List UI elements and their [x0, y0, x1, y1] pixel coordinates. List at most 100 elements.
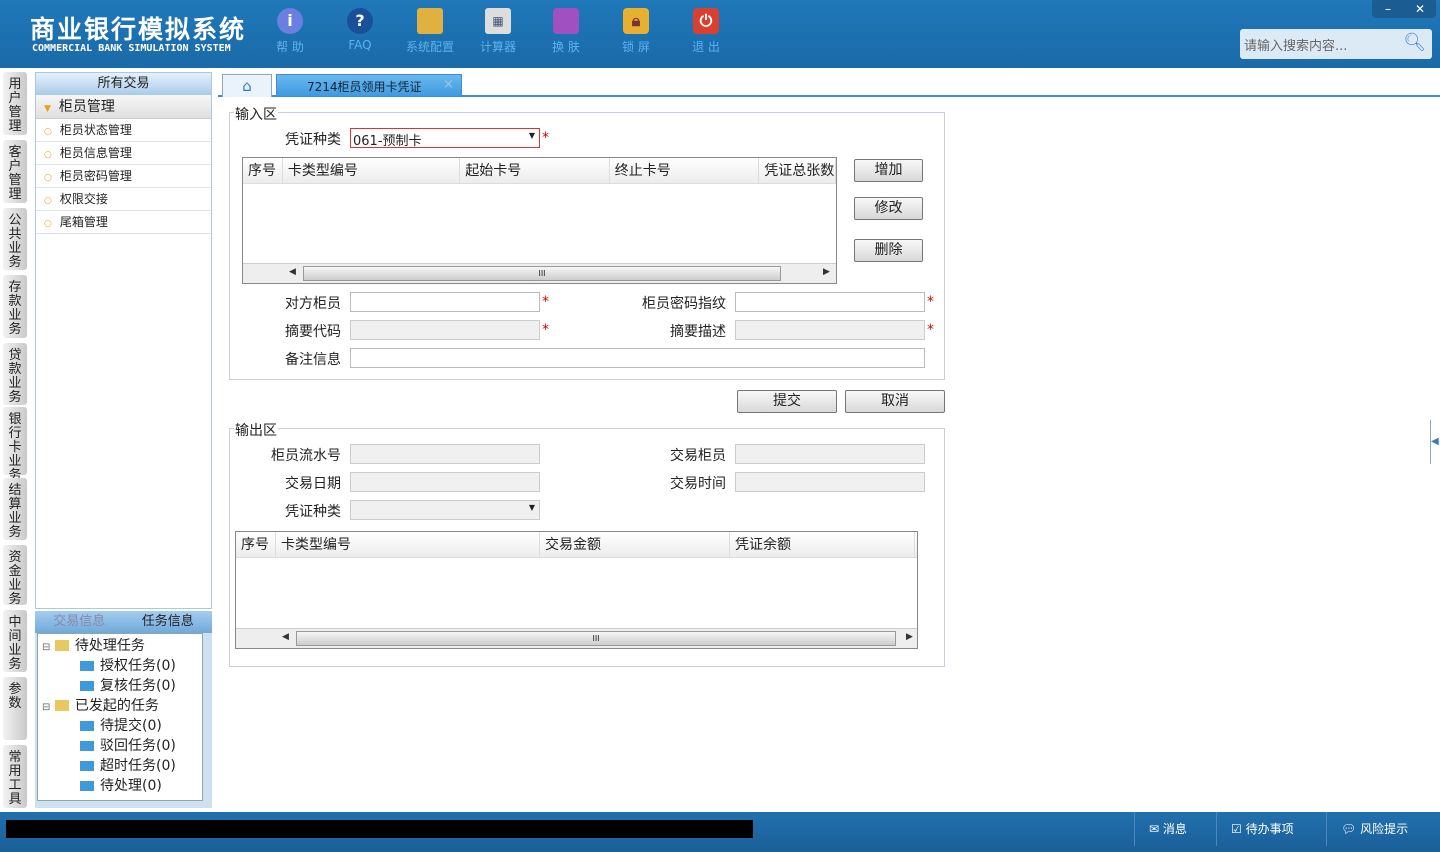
vtab-5[interactable]: 银行卡业务: [3, 407, 27, 483]
menu-item[interactable]: ○ 柜员密码管理: [36, 165, 211, 188]
summary-desc-input[interactable]: [735, 320, 925, 340]
column-header[interactable]: 卡类型编号: [283, 158, 461, 183]
close-button[interactable]: ✕: [1404, 0, 1436, 18]
faq-button[interactable]: ? FAQ: [330, 8, 390, 52]
calculator-button[interactable]: ▦ 计算器: [468, 8, 528, 55]
tab-home[interactable]: ⌂: [222, 74, 272, 97]
folder-icon: [80, 761, 94, 771]
voucher-type-select[interactable]: 061-预制卡 ▼: [350, 128, 540, 149]
checkbox-icon: ☑: [1231, 822, 1246, 836]
tree-node[interactable]: ⊟ 待处理任务: [38, 636, 202, 656]
column-header[interactable]: 起始卡号: [460, 158, 610, 183]
scroll-left-icon: ◀: [289, 267, 296, 277]
submit-button[interactable]: 提交: [737, 390, 837, 413]
messages-button[interactable]: ✉ 消息: [1134, 812, 1214, 846]
vtab-2[interactable]: 公共业务: [3, 208, 27, 270]
column-header[interactable]: 交易金额: [540, 532, 730, 557]
bullet-icon: ○: [44, 173, 52, 183]
folder-icon: [80, 781, 94, 791]
exit-button[interactable]: ⏻ 退 出: [676, 8, 736, 55]
todo-button[interactable]: ☑ 待办事项: [1216, 812, 1324, 846]
cancel-button[interactable]: 取消: [845, 390, 945, 413]
date-input[interactable]: [350, 472, 540, 492]
serial-label: 柜员流水号: [271, 448, 341, 464]
tree-leaf[interactable]: 超时任务(0): [38, 756, 202, 776]
lock-button[interactable]: 🔒︎ 锁 屏: [606, 8, 666, 55]
tree-leaf[interactable]: 待处理(0): [38, 776, 202, 796]
tab-transaction-info[interactable]: 交易信息: [35, 611, 124, 633]
tree-leaf[interactable]: 待提交(0): [38, 716, 202, 736]
app-subtitle: COMMERCIAL BANK SIMULATION SYSTEM: [32, 43, 231, 54]
other-teller-input[interactable]: [350, 292, 540, 312]
column-header[interactable]: 序号: [236, 532, 276, 557]
tree-leaf[interactable]: 驳回任务(0): [38, 736, 202, 756]
risk-button[interactable]: 💬︎ 风险提示: [1326, 812, 1440, 846]
menu-item[interactable]: ○ 柜员状态管理: [36, 119, 211, 142]
status-message-bar: [6, 820, 753, 838]
search-input[interactable]: 请输入搜索内容... 🔍︎: [1240, 29, 1432, 59]
date-label: 交易日期: [285, 476, 341, 492]
help-button[interactable]: i帮 助: [260, 8, 320, 55]
bullet-icon: ○: [44, 127, 52, 137]
input-area-legend: 输入区: [234, 104, 278, 124]
time-input[interactable]: [735, 472, 925, 492]
search-icon[interactable]: 🔍︎: [1403, 32, 1426, 53]
column-header[interactable]: 卡类型编号: [276, 532, 540, 557]
horizontal-scrollbar[interactable]: ◀ III ▶: [243, 263, 836, 283]
column-header[interactable]: 凭证余额: [730, 532, 915, 557]
delete-button[interactable]: 删除: [854, 239, 923, 262]
collapse-icon: ⊟: [42, 642, 51, 653]
summary-desc-label: 摘要描述: [670, 324, 726, 340]
window-controls: – ✕: [1372, 0, 1436, 18]
vtab-0[interactable]: 用户管理: [3, 72, 27, 135]
vtab-9[interactable]: 参数: [3, 677, 27, 740]
skin-button[interactable]: 换 肤: [536, 8, 596, 55]
vtab-10[interactable]: 常用工具: [3, 745, 27, 808]
input-grid: 序号 卡类型编号 起始卡号 终止卡号 凭证总张数 ◀ III ▶: [242, 157, 837, 284]
menu-item[interactable]: ○ 权限交接: [36, 188, 211, 211]
column-header[interactable]: 凭证总张数: [759, 158, 836, 183]
modify-button[interactable]: 修改: [854, 197, 923, 220]
out-voucher-type-select[interactable]: ▼: [350, 500, 540, 520]
remark-input[interactable]: [350, 348, 925, 368]
vtab-1[interactable]: 客户管理: [3, 140, 27, 203]
transaction-panel: 所有交易 ▼ 柜员管理 ○ 柜员状态管理 ○ 柜员信息管理 ○ 柜员密码管理 ○ 权限交接 ○ 尾箱…: [35, 72, 212, 609]
tree-node[interactable]: ⊟ 已发起的任务: [38, 696, 202, 716]
tab-task-info[interactable]: 任务信息: [124, 611, 213, 633]
info-icon: i: [277, 8, 303, 34]
vtab-8[interactable]: 中间业务: [3, 610, 27, 672]
column-header[interactable]: 终止卡号: [610, 158, 760, 183]
calculator-icon: ▦: [485, 8, 511, 34]
home-icon: ⌂: [242, 77, 252, 95]
teller-pwd-input[interactable]: [735, 292, 925, 312]
tree-leaf[interactable]: 授权任务(0): [38, 656, 202, 676]
vtab-3[interactable]: 存款业务: [3, 275, 27, 338]
toolbox-icon: [417, 8, 443, 34]
trade-teller-input[interactable]: [735, 444, 925, 464]
settings-button[interactable]: 系统配置: [400, 8, 460, 55]
vtab-4[interactable]: 贷款业务: [3, 343, 27, 405]
tab-close-icon[interactable]: ×: [443, 77, 454, 92]
vtab-6[interactable]: 结算业务: [3, 478, 27, 540]
add-button[interactable]: 增加: [854, 159, 923, 182]
group-teller-management[interactable]: ▼ 柜员管理: [36, 95, 211, 119]
summary-code-input[interactable]: [350, 320, 540, 340]
vtab-7[interactable]: 资金业务: [3, 545, 27, 607]
teller-pwd-label: 柜员密码指纹: [642, 296, 726, 312]
tree-leaf[interactable]: 复核任务(0): [38, 676, 202, 696]
collapse-handle[interactable]: ◀: [1430, 420, 1440, 464]
panel-header[interactable]: 所有交易: [36, 73, 211, 95]
folder-icon: [80, 741, 94, 751]
folder-icon: [54, 640, 69, 651]
chevron-down-icon: ▼: [528, 503, 535, 512]
bullet-icon: ○: [44, 219, 52, 229]
serial-input[interactable]: [350, 444, 540, 464]
tab-7214[interactable]: 7214柜员领用卡凭证 ×: [276, 74, 462, 97]
column-header[interactable]: 序号: [243, 158, 283, 183]
minimize-button[interactable]: –: [1372, 0, 1404, 18]
menu-item[interactable]: ○ 柜员信息管理: [36, 142, 211, 165]
chevron-down-icon: ▼: [528, 131, 535, 140]
menu-item[interactable]: ○ 尾箱管理: [36, 211, 211, 234]
horizontal-scrollbar[interactable]: ◀ III ▶: [236, 628, 917, 648]
lock-icon: 🔒︎: [623, 8, 649, 34]
